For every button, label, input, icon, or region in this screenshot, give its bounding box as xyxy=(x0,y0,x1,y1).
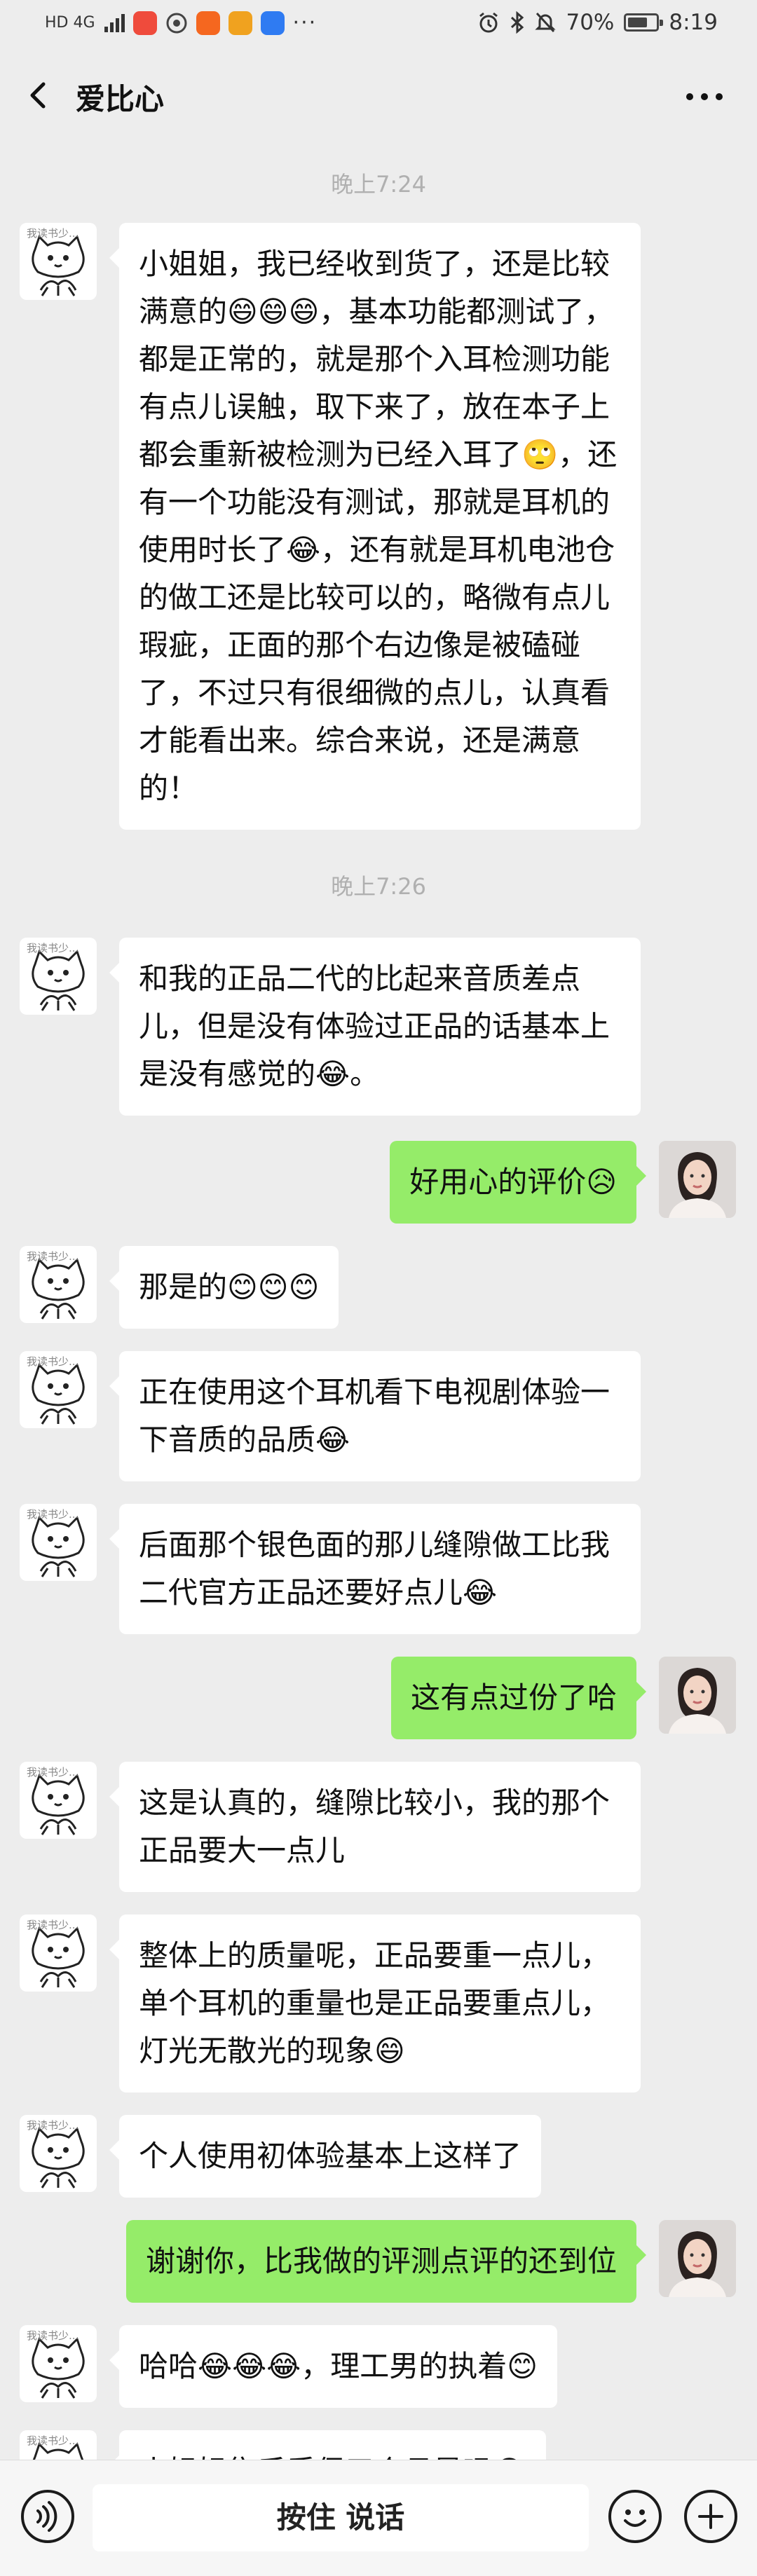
message-row-in: 我读书少... 小姐姐售后质保三个月是吗😂 xyxy=(0,2430,757,2460)
my-avatar[interactable] xyxy=(659,1141,736,1218)
message-row-out: 好用心的评价😥 xyxy=(0,1141,757,1224)
message-row-in: 我读书少... 和我的正品二代的比起来音质差点儿，但是没有体验过正品的话基本上是… xyxy=(0,938,757,1116)
message-row-in: 我读书少... 这是认真的，缝隙比较小，我的那个正品要大一点儿 xyxy=(0,1762,757,1892)
contact-avatar[interactable]: 我读书少... xyxy=(20,1504,97,1581)
chevron-left-icon xyxy=(30,82,46,109)
message-row-in: 我读书少... 那是的😊😊😊 xyxy=(0,1246,757,1329)
avatar-caption: 我读书少... xyxy=(27,1919,79,1931)
more-functions-button[interactable] xyxy=(684,2490,737,2543)
message-bubble[interactable]: 小姐姐售后质保三个月是吗😂 xyxy=(109,2430,547,2460)
chat-area[interactable]: 晚上7:24 我读书少... 小姐姐，我已经收到货了，还是比较满意的😄😄😄，基本… xyxy=(0,140,757,2460)
message-bubble[interactable]: 后面那个银色面的那儿缝隙做工比我二代官方正品还要好点儿😂 xyxy=(109,1504,641,1634)
browser-icon xyxy=(166,13,187,34)
my-avatar[interactable] xyxy=(659,2220,736,2297)
contact-avatar[interactable]: 我读书少... xyxy=(20,2325,97,2402)
message-row-in: 我读书少... 小姐姐，我已经收到货了，还是比较满意的😄😄😄，基本功能都测试了，… xyxy=(0,223,757,830)
contact-avatar[interactable]: 我读书少... xyxy=(20,2430,97,2460)
woman-portrait-avatar xyxy=(659,2220,736,2297)
signal-icon xyxy=(104,14,125,32)
more-button[interactable] xyxy=(680,83,729,111)
timestamp: 晚上7:26 xyxy=(331,873,426,900)
message-row-in: 我读书少... 整体上的质量呢，正品要重一点儿，单个耳机的重量也是正品要重点儿，… xyxy=(0,1914,757,2092)
avatar-caption: 我读书少... xyxy=(27,1355,79,1368)
message-bubble[interactable]: 这有点过份了哈 xyxy=(390,1657,647,1739)
message-bubble[interactable]: 哈哈😂😂😂，理工男的执着😊 xyxy=(109,2325,558,2408)
avatar-caption: 我读书少... xyxy=(27,1508,79,1521)
avatar-caption: 我读书少... xyxy=(27,2119,79,2132)
contact-avatar[interactable]: 我读书少... xyxy=(20,223,97,300)
notification-app-icon xyxy=(132,11,157,35)
avatar-caption: 我读书少... xyxy=(27,1250,79,1263)
bluetooth-icon xyxy=(511,11,524,34)
contact-avatar[interactable]: 我读书少... xyxy=(20,2115,97,2192)
message-row-in: 我读书少... 正在使用这个耳机看下电视剧体验一下音质的品质😂 xyxy=(0,1351,757,1481)
clock: 8:19 xyxy=(669,10,718,35)
timestamp: 晚上7:24 xyxy=(331,171,426,198)
contact-avatar[interactable]: 我读书少... xyxy=(20,1762,97,1839)
voice-button[interactable] xyxy=(21,2490,74,2543)
status-right: 70% 8:19 xyxy=(477,10,718,35)
chat-title: 爱比心 xyxy=(76,82,165,116)
avatar-caption: 我读书少... xyxy=(27,227,79,240)
status-bar: HD 4G ··· 70% 8:19 xyxy=(0,0,757,55)
battery-percent: 70% xyxy=(566,10,615,35)
hold-to-talk-button[interactable]: 按住 说话 xyxy=(93,2484,589,2551)
notification-app-icon xyxy=(260,11,285,35)
contact-avatar[interactable]: 我读书少... xyxy=(20,1914,97,1992)
message-row-in: 我读书少... 后面那个银色面的那儿缝隙做工比我二代官方正品还要好点儿😂 xyxy=(0,1504,757,1634)
alarm-icon xyxy=(479,12,498,33)
back-button[interactable] xyxy=(18,74,60,116)
ellipsis-icon xyxy=(686,93,723,100)
input-bar: 按住 说话 xyxy=(0,2460,757,2576)
contact-avatar[interactable]: 我读书少... xyxy=(20,1246,97,1323)
message-row-in: 我读书少... 哈哈😂😂😂，理工男的执着😊 xyxy=(0,2325,757,2408)
message-bubble[interactable]: 谢谢你，比我做的评测点评的还到位 xyxy=(125,2220,647,2303)
message-bubble[interactable]: 整体上的质量呢，正品要重一点儿，单个耳机的重量也是正品要重点儿，灯光无散光的现象… xyxy=(109,1914,641,2092)
message-bubble[interactable]: 正在使用这个耳机看下电视剧体验一下音质的品质😂 xyxy=(109,1351,641,1481)
message-bubble[interactable]: 这是认真的，缝隙比较小，我的那个正品要大一点儿 xyxy=(109,1762,641,1892)
my-avatar[interactable] xyxy=(659,1657,736,1734)
message-row-out: 谢谢你，比我做的评测点评的还到位 xyxy=(0,2220,757,2303)
notification-app-icon xyxy=(228,11,252,35)
message-row-in: 我读书少... 个人使用初体验基本上这样了 xyxy=(0,2115,757,2198)
message-bubble[interactable]: 小姐姐，我已经收到货了，还是比较满意的😄😄😄，基本功能都测试了，都是正常的，就是… xyxy=(109,223,641,830)
notification-app-icon xyxy=(196,11,220,35)
message-bubble[interactable]: 好用心的评价😥 xyxy=(390,1141,646,1224)
battery-icon xyxy=(624,13,664,32)
mute-bell-icon xyxy=(535,12,557,33)
contact-avatar[interactable]: 我读书少... xyxy=(20,938,97,1015)
more-notifications-icon: ··· xyxy=(292,11,318,35)
emoji-icon xyxy=(624,2509,646,2527)
woman-portrait-avatar xyxy=(659,1657,736,1734)
message-row-out: 这有点过份了哈 xyxy=(0,1657,757,1739)
chat-header: 爱比心 xyxy=(0,55,757,140)
avatar-caption: 我读书少... xyxy=(27,2329,79,2342)
woman-portrait-avatar xyxy=(659,1141,736,1218)
message-bubble[interactable]: 个人使用初体验基本上这样了 xyxy=(109,2115,542,2198)
avatar-caption: 我读书少... xyxy=(27,2434,79,2447)
network-indicator: HD 4G xyxy=(45,14,95,32)
message-bubble[interactable]: 那是的😊😊😊 xyxy=(109,1246,339,1329)
voice-icon xyxy=(36,2501,57,2532)
avatar-caption: 我读书少... xyxy=(27,942,79,954)
message-bubble[interactable]: 和我的正品二代的比起来音质差点儿，但是没有体验过正品的话基本上是没有感觉的😂。 xyxy=(109,938,641,1116)
plus-icon xyxy=(698,2504,723,2529)
contact-avatar[interactable]: 我读书少... xyxy=(20,1351,97,1428)
avatar-caption: 我读书少... xyxy=(27,1766,79,1779)
emoji-button[interactable] xyxy=(608,2490,662,2543)
status-left: HD 4G ··· xyxy=(45,11,317,35)
